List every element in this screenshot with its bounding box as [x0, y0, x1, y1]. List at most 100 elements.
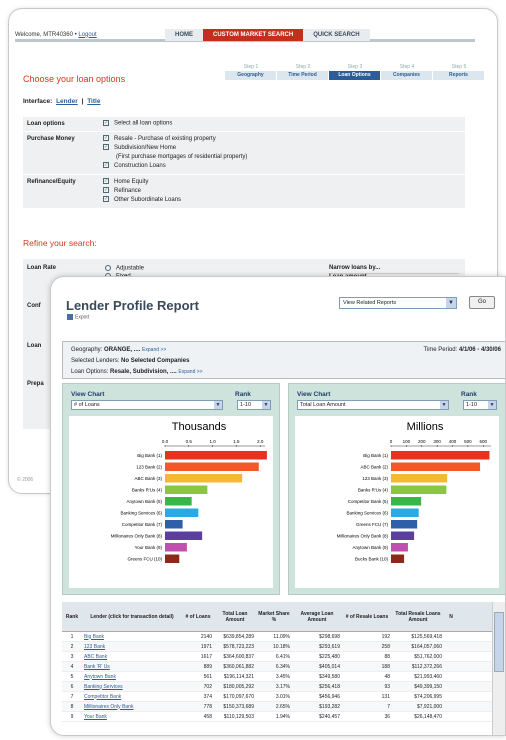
col-header[interactable]: Total Loan Amount: [214, 611, 256, 623]
table-cell: $578,723,223: [223, 643, 254, 650]
tick-label: 300: [433, 439, 441, 444]
purchase-money-label: Purchase Money: [27, 136, 75, 142]
chart-metric-select[interactable]: Total Loan Amount ▼: [297, 400, 449, 410]
checkbox-note: (First purchase mortgages of residential…: [116, 154, 248, 160]
selected-lenders-value: No Selected Companies: [121, 358, 190, 364]
table-cell: $293,619: [319, 643, 340, 650]
go-button[interactable]: Go: [469, 296, 495, 309]
checkbox-label: Resale - Purchase of existing property: [114, 136, 216, 142]
step-time-period[interactable]: Time Period: [277, 71, 328, 80]
lender-link[interactable]: Your Bank: [82, 714, 182, 720]
col-header[interactable]: Average Loan Amount: [292, 611, 342, 623]
tick-label: 0: [390, 439, 393, 444]
select-value: 1-10: [240, 402, 252, 408]
table-cell: $364,600,837: [223, 653, 254, 660]
interface-lender-link[interactable]: Lender: [56, 98, 78, 105]
bar: [165, 543, 187, 552]
table-row: 3 ABC Bank 1617 $364,600,837 6.41% $225,480 88…: [62, 652, 505, 662]
col-header[interactable]: Total Resale Loans Amount: [392, 611, 444, 623]
step-companies[interactable]: Companies: [381, 71, 432, 80]
step-number: Step 4: [399, 64, 415, 70]
tab-quick-search[interactable]: QUICK SEARCH: [303, 28, 370, 41]
table-row: 4 Bank 'R' Us 889 $360,061,882 6.34% $405,014…: [62, 662, 505, 672]
refinance-equity-label: Refinance/Equity: [27, 179, 76, 185]
lender-link[interactable]: Anytown Bank: [82, 674, 182, 680]
table-cell: 7: [70, 693, 74, 700]
rank-select[interactable]: 1-10 ▼: [463, 400, 497, 410]
col-header[interactable]: Market Share %: [256, 611, 292, 623]
table-cell: $240,457: [319, 713, 340, 720]
category-label: Anytown Bank (5): [126, 499, 162, 504]
lender-link[interactable]: Millionaires Only Bank: [82, 704, 182, 710]
tab-home[interactable]: HOME: [165, 28, 203, 41]
logout-link[interactable]: Logout: [78, 32, 96, 38]
col-header[interactable]: Lender (click for transaction detail): [82, 614, 182, 620]
options-row-purchase: Purchase Money ✓ Resale - Purchase of exi…: [23, 132, 465, 175]
chart-metric-select[interactable]: # of Loans ▼: [71, 400, 223, 410]
checkbox[interactable]: ✓: [103, 120, 109, 126]
checkbox[interactable]: ✓: [103, 144, 109, 151]
table-cell: $26,148,470: [414, 713, 442, 720]
checkbox[interactable]: ✓: [103, 187, 109, 194]
expand-geography-link[interactable]: Expand >>: [142, 347, 166, 353]
category-label: Competitor Bank (7): [122, 522, 163, 527]
step-number: Step 1: [243, 64, 259, 70]
col-header[interactable]: N: [444, 614, 458, 620]
lender-link[interactable]: Banking Services: [82, 684, 182, 690]
table-cell: 8: [70, 703, 74, 710]
tab-custom-market-search[interactable]: CUSTOM MARKET SEARCH: [203, 28, 304, 41]
bar: [391, 462, 481, 471]
table-scrollbar[interactable]: [492, 602, 505, 735]
table-cell: $360,061,882: [223, 663, 254, 670]
table-header: Rank Lender (click for transaction detai…: [62, 602, 505, 632]
tick-label: 1.5: [233, 439, 240, 444]
interface-title-link[interactable]: Title: [87, 98, 100, 105]
radio-button[interactable]: [105, 265, 111, 271]
table-cell: $74,206,995: [414, 693, 442, 700]
loan-rate-label: Loan Rate: [27, 265, 57, 271]
loan-options-table: Loan options ✓ Select all loan options Pu…: [23, 117, 465, 209]
tick-label: 0.0: [162, 439, 169, 444]
radio-adjustable[interactable]: Adjustable: [105, 265, 144, 272]
select-value: 1-10: [466, 402, 478, 408]
checkbox-label: Home Equity: [114, 179, 149, 185]
col-header[interactable]: # of Loans: [182, 614, 214, 620]
loan-options-label: Loan Options:: [71, 369, 109, 375]
rank-select[interactable]: 1-10 ▼: [237, 400, 271, 410]
category-label: Competitor Bank (5): [348, 499, 389, 504]
lender-link[interactable]: Competitor Bank: [82, 694, 182, 700]
table-cell: $456,946: [319, 693, 340, 700]
col-header[interactable]: # of Resale Loans: [342, 614, 392, 620]
options-label: Loan options: [27, 121, 65, 127]
options-row-refinance: Refinance/Equity ✓ Home Equity ✓ Refinance…: [23, 175, 465, 209]
chevron-down-icon: ▼: [446, 298, 456, 308]
bar: [391, 520, 418, 529]
lender-link[interactable]: 123 Bank: [82, 644, 182, 650]
rank-label: Rank: [235, 391, 251, 398]
export-link[interactable]: Export: [67, 314, 89, 320]
checkbox-label: Select all loan options: [114, 120, 173, 127]
checkbox[interactable]: ✓: [103, 162, 109, 169]
table-cell: $110,129,503: [223, 713, 254, 720]
col-header[interactable]: Rank: [62, 614, 82, 620]
lender-link[interactable]: ABC Bank: [82, 654, 182, 660]
checkbox[interactable]: ✓: [103, 135, 109, 142]
step-geography[interactable]: Geography: [225, 71, 276, 80]
table-cell: $639,854,289: [223, 633, 254, 640]
table-cell: $256,418: [319, 683, 340, 690]
lender-link[interactable]: Big Bank: [82, 634, 182, 640]
checkbox-label: Other Subordinate Loans: [114, 197, 182, 203]
checkbox[interactable]: ✓: [103, 178, 109, 185]
step-loan-options[interactable]: Loan Options: [329, 71, 380, 80]
step-reports[interactable]: Reports: [433, 71, 484, 80]
expand-loan-options-link[interactable]: Expand >>: [178, 369, 202, 375]
step-number: Step 3: [347, 64, 363, 70]
scrollbar-thumb[interactable]: [494, 612, 504, 672]
lender-link[interactable]: Bank 'R' Us: [82, 664, 182, 670]
category-label: Millionaires Only Bank (8): [111, 534, 163, 539]
view-related-select[interactable]: View Related Reports ▼: [339, 297, 457, 309]
checkbox[interactable]: ✓: [103, 196, 109, 203]
criteria-box: Geography: ORANGE, .... Expand >> Select…: [62, 341, 505, 379]
category-label: Greens FCU (7): [356, 522, 389, 527]
time-period-label: Time Period:: [423, 347, 458, 353]
